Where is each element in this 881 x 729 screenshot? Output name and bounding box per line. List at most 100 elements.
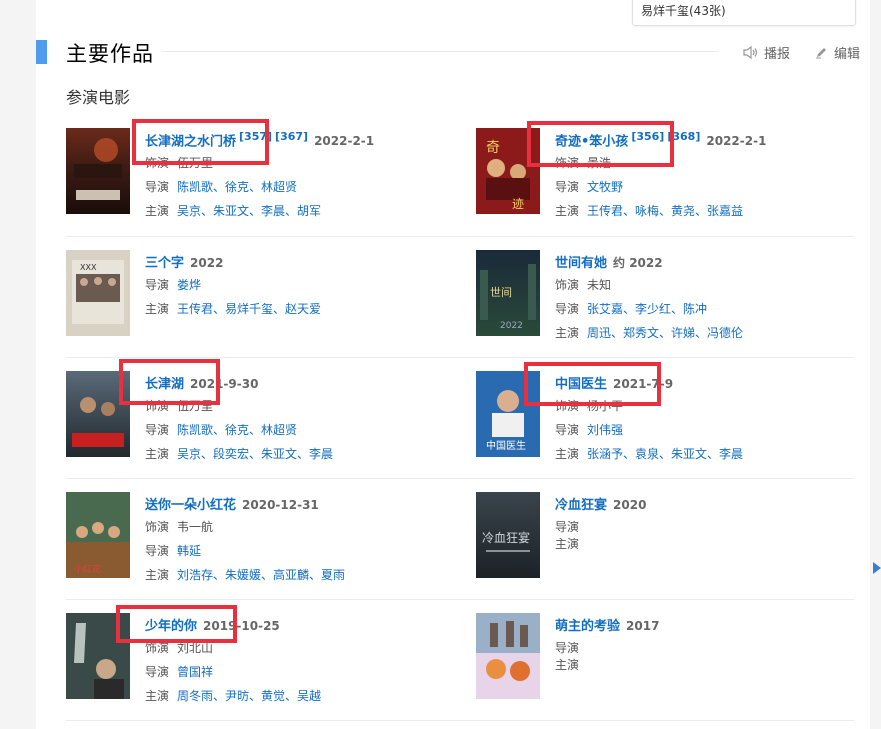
role-name: 韦一航 xyxy=(177,520,214,534)
director-line: 导演 陈凯歌、徐克、林超贤 xyxy=(145,423,298,437)
movie-poster[interactable]: XXX xyxy=(66,250,130,336)
movie-item: 奇 迹 奇迹•笨小孩 [356] [368] 2022-2-1 饰演 景浩 导演 文牧野 … xyxy=(476,128,846,240)
edit-button[interactable]: 编辑 xyxy=(815,43,860,62)
role-line: 饰演 杨小平 xyxy=(555,399,624,413)
cast-line: 主演 吴京、段奕宏、朱亚文、李晨 xyxy=(145,447,334,461)
director-links[interactable]: 陈凯歌、徐克、林超贤 xyxy=(177,423,297,437)
scroll-arrow-icon[interactable] xyxy=(873,562,881,574)
movie-poster[interactable] xyxy=(66,613,130,699)
cast-links[interactable]: 周冬雨、尹昉、黄觉、吴越 xyxy=(177,689,321,703)
movie-title-link[interactable]: 送你一朵小红花 xyxy=(145,498,236,513)
director-links[interactable]: 韩延 xyxy=(177,544,201,558)
movie-item: 长津湖之水门桥 [357] [367] 2022-2-1 饰演 伍万里 导演 陈凯歌、徐克… xyxy=(66,128,436,240)
director-line: 导演 xyxy=(555,520,580,534)
cast-line: 主演 刘浩存、朱媛媛、高亚麟、夏雨 xyxy=(145,568,346,582)
movie-poster[interactable]: 小红花 xyxy=(66,492,130,578)
movie-title-link[interactable]: 世间有她 xyxy=(555,256,607,271)
movie-title-link[interactable]: 萌主的考验 xyxy=(555,619,620,634)
movie-item: 少年的你 2019-10-25 饰演 刘北山 导演 曾国祥 主演 周冬雨、尹昉、黄觉、吴… xyxy=(66,613,436,725)
cast-links[interactable]: 吴京、段奕宏、朱亚文、李晨 xyxy=(177,447,333,461)
release-date: 2017 xyxy=(626,619,660,633)
album-popup[interactable]: 易烊千玺(43张) xyxy=(632,0,856,26)
movie-poster[interactable] xyxy=(476,613,540,699)
director-links[interactable]: 张艾嘉、李少红、陈冲 xyxy=(587,302,707,316)
movie-item: 长津湖 2021-9-30 饰演 伍万里 导演 陈凯歌、徐克、林超贤 主演 吴京、段奕宏… xyxy=(66,371,436,483)
svg-text:XXX: XXX xyxy=(80,263,97,272)
movie-poster[interactable] xyxy=(66,371,130,457)
cast-links[interactable]: 张涵予、袁泉、朱亚文、李晨 xyxy=(587,447,743,461)
edit-label: 编辑 xyxy=(834,47,861,62)
role-line: 饰演 伍万里 xyxy=(145,156,214,170)
movie-item: 萌主的考验 2017 导演 主演 xyxy=(476,613,846,725)
director-links[interactable]: 文牧野 xyxy=(587,180,623,194)
director-line: 导演 韩延 xyxy=(145,544,202,558)
role-line: 饰演 未知 xyxy=(555,278,612,292)
role-line: 饰演 景浩 xyxy=(555,156,612,170)
cast-links[interactable]: 吴京、朱亚文、李晨、胡军 xyxy=(177,204,321,218)
section-divider xyxy=(162,51,718,52)
release-date: 约 2022 xyxy=(613,256,663,270)
director-links[interactable]: 娄烨 xyxy=(177,278,201,292)
release-date: 2020 xyxy=(613,498,647,512)
movie-poster[interactable] xyxy=(66,128,130,214)
director-line: 导演 曾国祥 xyxy=(145,665,214,679)
movie-item: 小红花 送你一朵小红花 2020-12-31 饰演 韦一航 导演 韩延 主演 刘浩存、朱… xyxy=(66,492,436,604)
speaker-icon xyxy=(743,46,758,59)
cast-line: 主演 周冬雨、尹昉、黄觉、吴越 xyxy=(145,689,322,703)
role-name: 伍万里 xyxy=(177,399,214,413)
release-date: 2022 xyxy=(190,256,224,270)
cast-line: 主演 xyxy=(555,537,580,551)
svg-text:小红花: 小红花 xyxy=(74,563,101,575)
movie-poster[interactable]: 奇 迹 xyxy=(476,128,540,214)
album-popup-text: 易烊千玺(43张) xyxy=(641,4,726,18)
citation-link[interactable]: [357] xyxy=(239,130,272,143)
svg-text:2022: 2022 xyxy=(500,321,523,331)
release-date: 2019-10-25 xyxy=(203,619,280,633)
movie-title-link[interactable]: 奇迹•笨小孩 xyxy=(555,134,628,149)
movie-title-link[interactable]: 长津湖之水门桥 xyxy=(145,134,236,149)
svg-text:世间: 世间 xyxy=(490,286,512,299)
director-line: 导演 xyxy=(555,641,580,655)
role-name: 景浩 xyxy=(587,156,612,170)
director-line: 导演 刘伟强 xyxy=(555,423,624,437)
role-line: 饰演 刘北山 xyxy=(145,641,214,655)
cast-line: 主演 周迅、郑秀文、许娣、冯德伦 xyxy=(555,326,744,340)
row-divider xyxy=(66,478,854,479)
movie-poster[interactable]: 冷血狂宴 xyxy=(476,492,540,578)
movie-title-link[interactable]: 长津湖 xyxy=(145,377,184,392)
movie-title-link[interactable]: 少年的你 xyxy=(145,619,197,634)
cast-line: 主演 王传君、咏梅、黄尧、张嘉益 xyxy=(555,204,744,218)
movie-poster[interactable]: 中国医生 xyxy=(476,371,540,457)
cast-links[interactable]: 王传君、咏梅、黄尧、张嘉益 xyxy=(587,204,743,218)
director-links[interactable]: 刘伟强 xyxy=(587,423,623,437)
movie-poster[interactable]: 世间 2022 xyxy=(476,250,540,336)
play-button[interactable]: 播报 xyxy=(743,43,790,62)
cast-line: 主演 xyxy=(555,658,580,672)
svg-text:迹: 迹 xyxy=(512,197,524,211)
citation-link[interactable]: [368] xyxy=(667,130,700,143)
cast-links[interactable]: 周迅、郑秀文、许娣、冯德伦 xyxy=(587,326,743,340)
role-name: 未知 xyxy=(587,278,612,292)
pencil-icon xyxy=(816,48,826,59)
cast-links[interactable]: 王传君、易烊千玺、赵天爱 xyxy=(177,302,321,316)
movie-title-link[interactable]: 冷血狂宴 xyxy=(555,498,607,513)
director-links[interactable]: 曾国祥 xyxy=(177,665,213,679)
row-divider xyxy=(66,599,854,600)
cast-links[interactable]: 刘浩存、朱媛媛、高亚麟、夏雨 xyxy=(177,568,345,582)
row-divider xyxy=(66,720,854,721)
row-divider xyxy=(66,357,854,358)
role-line: 饰演 韦一航 xyxy=(145,520,214,534)
play-label: 播报 xyxy=(764,47,791,62)
role-name: 刘北山 xyxy=(177,641,214,655)
director-line: 导演 娄烨 xyxy=(145,278,202,292)
director-links[interactable]: 陈凯歌、徐克、林超贤 xyxy=(177,180,297,194)
subsection-title: 参演电影 xyxy=(66,88,131,107)
movie-title-link[interactable]: 三个字 xyxy=(145,256,184,271)
release-date: 2022-2-1 xyxy=(706,134,767,149)
citation-link[interactable]: [367] xyxy=(275,130,308,143)
movie-title-link[interactable]: 中国医生 xyxy=(555,377,607,392)
citation-link[interactable]: [356] xyxy=(631,130,664,143)
director-line: 导演 文牧野 xyxy=(555,180,624,194)
director-line: 导演 陈凯歌、徐克、林超贤 xyxy=(145,180,298,194)
movie-item: 中国医生 中国医生 2021-7-9 饰演 杨小平 导演 刘伟强 主演 张涵予、袁泉、朱… xyxy=(476,371,846,483)
